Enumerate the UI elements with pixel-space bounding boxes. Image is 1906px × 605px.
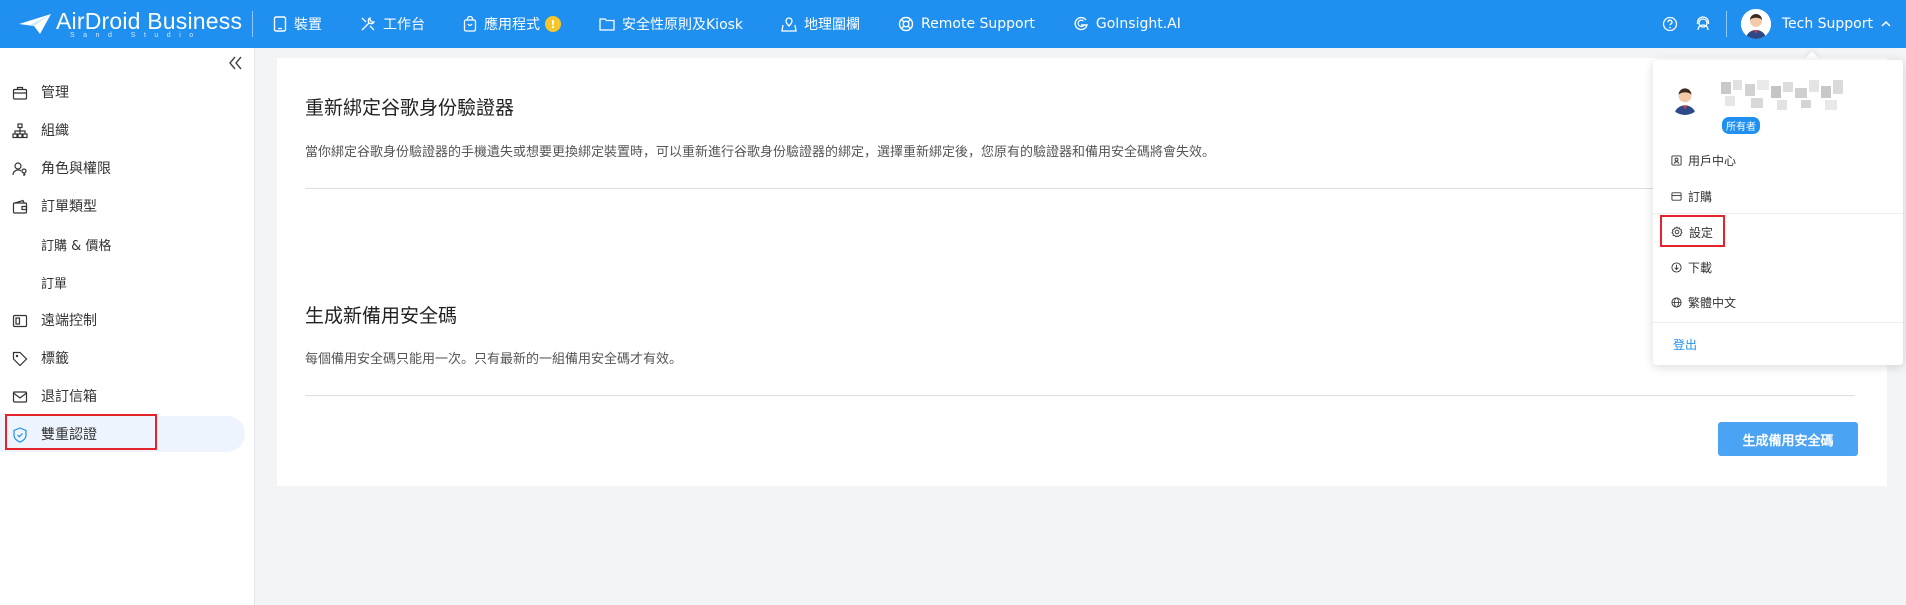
- backup-section-title: 生成新備用安全碼: [305, 305, 458, 327]
- lifebuoy-icon: [898, 16, 914, 32]
- dropdown-separator: [1653, 322, 1903, 323]
- highlight-box-two-factor: [5, 414, 157, 450]
- dropdown-item-label: 下載: [1688, 260, 1713, 275]
- nav-geofence-label: 地理圍欄: [804, 17, 861, 33]
- sidebar-item-label: 管理: [41, 85, 69, 101]
- sidebar-item-label: 標籤: [41, 351, 69, 367]
- download-icon: [1671, 261, 1682, 273]
- nav-devices[interactable]: 裝置: [273, 14, 322, 34]
- highlight-box-settings: [1660, 215, 1725, 247]
- tablet-icon: [273, 16, 287, 32]
- sidebar-item-label: 角色與權限: [41, 161, 111, 177]
- nav-goinsight-label: GoInsight.AI: [1095, 16, 1181, 32]
- section-divider: [305, 188, 1855, 189]
- dropdown-item-user-center[interactable]: 用戶中心: [1671, 150, 1736, 170]
- dropdown-avatar: [1669, 83, 1701, 115]
- collapse-sidebar-icon[interactable]: [226, 54, 244, 72]
- sidebar-item-manage[interactable]: 管理: [0, 74, 245, 110]
- rebind-section-title: 重新綁定谷歌身份驗證器: [305, 97, 515, 119]
- nav-devices-label: 裝置: [294, 17, 322, 33]
- sidebar-item-orders[interactable]: 訂單: [0, 264, 245, 300]
- nav-geofence[interactable]: 地理圍欄: [781, 14, 860, 34]
- sidebar-item-order-types[interactable]: 訂單類型: [0, 188, 245, 224]
- logo-subtext: Sand Studio: [70, 31, 202, 39]
- dropdown-item-label: 繁體中文: [1688, 295, 1737, 310]
- help-icon[interactable]: [1660, 14, 1680, 34]
- support-agent-icon[interactable]: [1693, 14, 1713, 34]
- nav-workbench-label: 工作台: [383, 17, 425, 33]
- user-dropdown-menu: 所有者 用戶中心 訂購 設定 下載 繁體中文 登出: [1653, 60, 1903, 365]
- pixelated-username-mask: [1721, 80, 1843, 110]
- sidebar-item-organization[interactable]: 組織: [0, 112, 245, 148]
- dropdown-item-subscription[interactable]: 訂購: [1671, 186, 1712, 206]
- main-content: 重新綁定谷歌身份驗證器 當你綁定谷歌身份驗證器的手機遺失或想要更換綁定裝置時，可…: [277, 58, 1887, 486]
- user-divider: [1725, 11, 1727, 37]
- section-divider: [305, 395, 1855, 396]
- sidebar-item-label: 訂單類型: [41, 199, 97, 215]
- logo-text: AirDroid Business: [56, 7, 243, 34]
- sidebar-item-remote-control[interactable]: 遠端控制: [0, 302, 245, 338]
- sidebar-item-unsubscribe-mailbox[interactable]: 退訂信箱: [0, 378, 245, 414]
- nav-policy-kiosk[interactable]: 安全性原則及Kiosk: [599, 14, 743, 34]
- sidebar-item-label: 遠端控制: [41, 313, 97, 329]
- nav-apps-label: 應用程式: [484, 17, 540, 33]
- chevron-up-icon[interactable]: [1880, 18, 1892, 30]
- app-bag-icon: [463, 16, 477, 32]
- owner-role-badge: 所有者: [1722, 117, 1760, 134]
- sidebar-item-label: 訂購 & 價格: [41, 238, 112, 254]
- generate-backup-codes-button[interactable]: 生成備用安全碼: [1718, 422, 1858, 456]
- user-avatar[interactable]: [1740, 9, 1771, 39]
- user-key-icon: [12, 162, 27, 176]
- dropdown-item-download[interactable]: 下載: [1671, 257, 1712, 277]
- tools-icon: [361, 16, 376, 31]
- sidebar-item-label: 退訂信箱: [41, 389, 97, 405]
- sidebar-item-subscription-pricing[interactable]: 訂購 & 價格: [0, 226, 245, 262]
- user-card-icon: [1671, 154, 1682, 166]
- nav-workbench[interactable]: 工作台: [360, 14, 425, 34]
- sidebar-item-label: 組織: [41, 123, 69, 139]
- goinsight-icon: [1074, 16, 1088, 31]
- nav-apps[interactable]: 應用程式 !: [463, 14, 561, 34]
- backup-section-description: 每個備用安全碼只能用一次。只有最新的一組備用安全碼才有效。: [305, 352, 683, 367]
- folder-icon: [599, 18, 615, 31]
- sidebar-item-label: 訂單: [41, 276, 68, 292]
- paper-plane-logo-icon: [19, 14, 51, 34]
- mail-icon: [12, 391, 28, 403]
- tag-icon: [12, 351, 28, 367]
- sidebar-item-roles[interactable]: 角色與權限: [0, 150, 245, 186]
- dropdown-item-label: 訂購: [1688, 189, 1713, 204]
- map-pin-icon: [781, 17, 797, 32]
- logout-link[interactable]: 登出: [1673, 336, 1697, 353]
- rebind-section-description: 當你綁定谷歌身份驗證器的手機遺失或想要更換綁定裝置時，可以重新進行谷歌身份驗證器…: [305, 145, 1216, 160]
- user-name[interactable]: Tech Support: [1782, 16, 1873, 32]
- briefcase-icon: [12, 86, 28, 100]
- dropdown-item-label: 用戶中心: [1688, 153, 1737, 168]
- top-navigation-bar: AirDroid Business Sand Studio 裝置 工作台 應用程…: [0, 0, 1906, 48]
- remote-screen-icon: [12, 314, 28, 328]
- nav-goinsight[interactable]: GoInsight.AI: [1073, 16, 1181, 32]
- globe-icon: [1671, 296, 1682, 308]
- org-chart-icon: [12, 123, 28, 139]
- wallet-icon: [12, 199, 28, 214]
- nav-remote-support-label: Remote Support: [921, 16, 1035, 32]
- apps-alert-badge: !: [545, 16, 561, 32]
- sidebar: 管理 組織 角色與權限 訂單類型 訂購 & 價格 訂單 遠端控制 標籤 退訂信箱…: [0, 48, 255, 605]
- sidebar-item-tags[interactable]: 標籤: [0, 340, 245, 376]
- nav-remote-support[interactable]: Remote Support: [898, 16, 1035, 32]
- dropdown-item-language[interactable]: 繁體中文: [1671, 292, 1736, 312]
- dropdown-separator: [1653, 213, 1903, 214]
- airdroid-logo[interactable]: AirDroid Business Sand Studio: [0, 0, 252, 48]
- credit-card-icon: [1671, 191, 1682, 201]
- nav-policy-kiosk-label: 安全性原則及Kiosk: [622, 17, 744, 33]
